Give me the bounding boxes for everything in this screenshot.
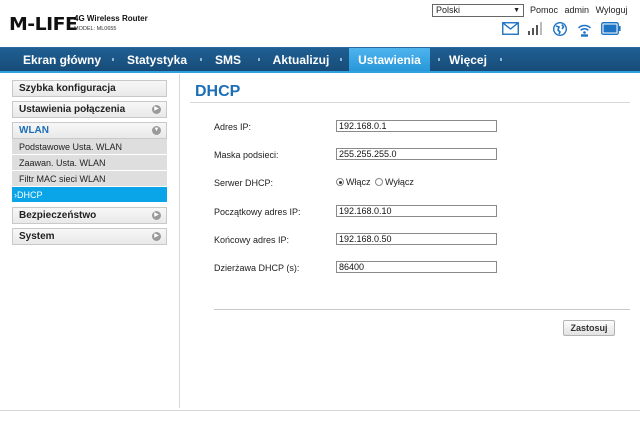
chevron-right-icon: ▶ — [152, 211, 161, 220]
chevron-down-icon: ▼ — [152, 126, 161, 135]
sidebar-item-label: System — [19, 231, 55, 242]
form-divider — [214, 309, 630, 310]
start-ip-label: Początkowy adres IP: — [214, 207, 301, 217]
tab-home[interactable]: Ekran główny — [12, 48, 112, 72]
sidebar-item-label: Ustawienia połączenia — [19, 104, 126, 115]
wifi-icon — [577, 24, 592, 37]
chevron-right-icon: ▶ — [152, 105, 161, 114]
nav-separator — [340, 58, 342, 61]
language-value: Polski — [436, 5, 461, 15]
chevron-right-icon: ▶ — [152, 232, 161, 241]
sidebar: Szybka konfiguracja Ustawienia połączeni… — [12, 80, 167, 249]
sidebar-item-label: WLAN — [19, 125, 49, 136]
sidebar-group-wlan: WLAN ▼ Podstawowe Usta. WLAN Zaawan. Ust… — [12, 122, 167, 203]
model-title: 4G Wireless Router — [74, 14, 148, 23]
nav-separator — [112, 58, 114, 61]
dhcp-enable-radio[interactable] — [336, 178, 344, 186]
status-icons — [502, 22, 637, 38]
sidebar-item-security[interactable]: Bezpieczeństwo ▶ — [12, 207, 167, 224]
nav-separator — [438, 58, 440, 61]
sidebar-item-wlan-basic[interactable]: Podstawowe Usta. WLAN — [12, 139, 167, 155]
brand-logo: M-LIFE — [9, 14, 78, 35]
help-link[interactable]: Pomoc — [530, 5, 558, 15]
title-divider — [190, 102, 630, 103]
nav-underline — [0, 71, 640, 73]
page-title: DHCP — [195, 83, 241, 100]
envelope-icon[interactable] — [502, 22, 519, 35]
dhcp-disable-label: Wyłącz — [385, 177, 414, 187]
tab-more[interactable]: Więcej — [446, 48, 490, 72]
lease-time-input[interactable] — [336, 261, 497, 273]
user-link[interactable]: admin — [565, 5, 590, 15]
sidebar-item-quick-setup[interactable]: Szybka konfiguracja — [12, 80, 167, 97]
globe-icon — [553, 22, 567, 36]
sidebar-item-label: Bezpieczeństwo — [19, 210, 97, 221]
dhcp-enable-label: Włącz — [346, 177, 371, 187]
nav-separator — [200, 58, 202, 61]
top-links: Pomoc admin Wyloguj — [530, 4, 632, 16]
sidebar-item-wlan[interactable]: WLAN ▼ — [12, 122, 167, 139]
content-divider — [179, 74, 180, 408]
main-nav: Ekran główny Statystyka SMS Aktualizuj U… — [0, 47, 640, 72]
sidebar-item-dhcp[interactable]: ›DHCP — [12, 187, 167, 203]
language-select[interactable]: Polski ▼ — [432, 4, 524, 17]
tab-sms[interactable]: SMS — [208, 48, 248, 72]
end-ip-label: Końcowy adres IP: — [214, 235, 290, 245]
nav-separator — [500, 58, 502, 61]
dhcp-server-label: Serwer DHCP: — [214, 178, 274, 188]
sidebar-item-system[interactable]: System ▶ — [12, 228, 167, 245]
signal-bars-icon — [528, 22, 542, 35]
chevron-down-icon: ▼ — [513, 7, 520, 14]
model-number: MODEL: ML0655 — [74, 26, 117, 32]
header: M-LIFE 4G Wireless Router MODEL: ML0655 … — [0, 0, 640, 47]
end-ip-input[interactable] — [336, 233, 497, 245]
dhcp-disable-radio[interactable] — [375, 178, 384, 186]
footer-divider — [0, 410, 640, 411]
subnet-mask-label: Maska podsieci: — [214, 150, 279, 160]
ip-address-label: Adres IP: — [214, 122, 252, 132]
lease-time-label: Dzierżawa DHCP (s): — [214, 263, 300, 273]
sidebar-item-wlan-advanced[interactable]: Zaawan. Usta. WLAN — [12, 155, 167, 171]
tab-settings[interactable]: Ustawienia — [349, 48, 430, 72]
apply-button[interactable]: Zastosuj — [563, 320, 615, 336]
model-info: 4G Wireless Router MODEL: ML0655 — [74, 14, 148, 34]
sidebar-item-connection[interactable]: Ustawienia połączenia ▶ — [12, 101, 167, 118]
dhcp-server-radios: Włącz Wyłącz — [336, 177, 414, 187]
nav-separator — [258, 58, 260, 61]
sidebar-item-label: Szybka konfiguracja — [19, 83, 116, 94]
subnet-mask-input[interactable] — [336, 148, 497, 160]
battery-icon — [601, 22, 621, 35]
sidebar-item-mac-filter[interactable]: Filtr MAC sieci WLAN — [12, 171, 167, 187]
ip-address-input[interactable] — [336, 120, 497, 132]
logout-link[interactable]: Wyloguj — [596, 5, 628, 15]
tab-statistics[interactable]: Statystyka — [122, 48, 192, 72]
tab-update[interactable]: Aktualizuj — [268, 48, 334, 72]
start-ip-input[interactable] — [336, 205, 497, 217]
